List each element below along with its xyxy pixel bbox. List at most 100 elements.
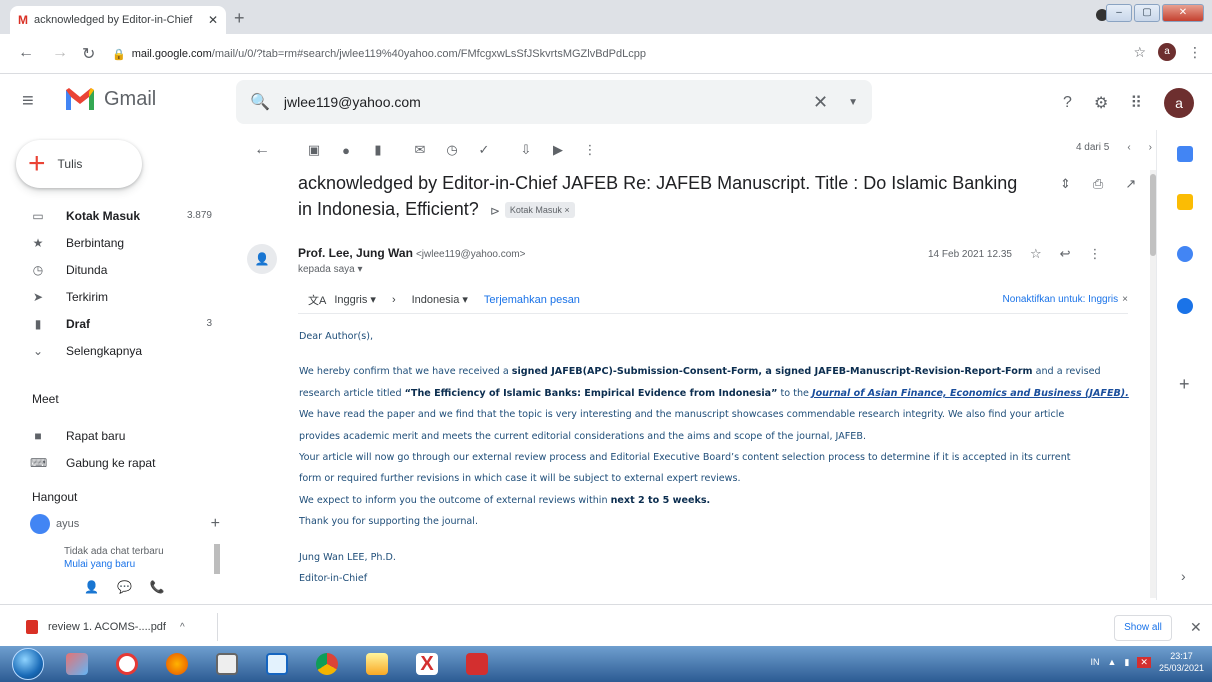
journal-link[interactable]: Journal of Asian Finance, Economics and …: [812, 388, 1129, 399]
taskbar-app-swirl[interactable]: [110, 649, 144, 679]
meet-item-label: Gabung ke rapat: [66, 455, 156, 470]
taskbar-app-paint[interactable]: [60, 649, 94, 679]
browser-tabstrip: M acknowledged by Editor-in-Chief ✕ + – …: [0, 0, 1212, 34]
sidebar-item-starred[interactable]: ★ Berbintang: [0, 229, 236, 256]
signature-name: Jung Wan LEE, Ph.D.: [299, 551, 396, 563]
mark-unread-icon[interactable]: ✉: [404, 142, 436, 158]
tab-title: acknowledged by Editor-in-Chief: [34, 14, 193, 26]
source-language-select[interactable]: Inggris ▾: [334, 293, 376, 306]
disable-translate[interactable]: Nonaktifkan untuk: Inggris ×: [1003, 294, 1128, 305]
maximize-icon[interactable]: ▢: [1134, 4, 1160, 22]
close-download-bar-icon[interactable]: ✕: [1190, 619, 1202, 636]
taskbar-app-chrome[interactable]: [310, 649, 344, 679]
url-field[interactable]: 🔒 mail.google.com/mail/u/0/?tab=rm#searc…: [112, 40, 1162, 68]
sidebar-item-more[interactable]: ⌄ Selengkapnya: [0, 337, 236, 364]
back-to-list-icon[interactable]: ←: [246, 141, 278, 159]
help-icon[interactable]: ?: [1063, 94, 1072, 112]
meet-join-meeting[interactable]: ⌨ Gabung ke rapat: [0, 449, 236, 476]
browser-tab[interactable]: M acknowledged by Editor-in-Chief ✕: [10, 6, 226, 34]
add-task-icon[interactable]: ✓: [468, 142, 500, 158]
sidebar-item-inbox[interactable]: ▭ Kotak Masuk 3.879: [0, 202, 236, 229]
forward-arrow-icon[interactable]: →: [52, 44, 68, 62]
apps-grid-icon[interactable]: ⠿: [1130, 93, 1142, 113]
new-tab-icon[interactable]: +: [234, 8, 245, 29]
recipient-line[interactable]: kepada saya ▾: [298, 264, 363, 275]
taskbar-app-explorer[interactable]: [360, 649, 394, 679]
window-close-icon[interactable]: ✕: [1162, 4, 1204, 22]
close-translate-icon[interactable]: ×: [1122, 294, 1128, 305]
start-button[interactable]: [12, 648, 44, 680]
inbox-label-chip[interactable]: Kotak Masuk ×: [504, 202, 575, 219]
person-icon[interactable]: 👤: [84, 580, 99, 594]
meet-new-meeting[interactable]: ■ Rapat baru: [0, 422, 236, 449]
compose-button[interactable]: + Tulis: [16, 140, 142, 188]
download-options-icon[interactable]: ^: [180, 622, 185, 633]
search-options-icon[interactable]: ▼: [848, 97, 858, 108]
start-chat-link[interactable]: Mulai yang baru: [64, 559, 214, 570]
taskbar-app-calendar[interactable]: [210, 649, 244, 679]
more-actions-icon[interactable]: ⋮: [574, 142, 606, 158]
system-clock[interactable]: 23:17 25/03/2021: [1159, 650, 1204, 674]
tab-close-icon[interactable]: ✕: [208, 13, 218, 27]
contacts-icon[interactable]: [1177, 298, 1193, 314]
collapse-panel-icon[interactable]: ›: [1181, 568, 1186, 584]
keep-icon[interactable]: [1177, 194, 1193, 210]
address-bar-actions: ☆ a ⋮: [1133, 43, 1202, 61]
target-language-select[interactable]: Indonesia ▾: [412, 293, 468, 306]
search-icon[interactable]: 🔍: [250, 92, 270, 112]
browser-menu-icon[interactable]: ⋮: [1188, 44, 1202, 61]
phone-icon[interactable]: 📞: [150, 580, 165, 594]
sender-email: <jwlee119@yahoo.com>: [415, 249, 526, 260]
account-avatar[interactable]: a: [1164, 88, 1194, 118]
move-to-icon[interactable]: ⇩: [510, 142, 542, 158]
search-input[interactable]: [283, 94, 813, 110]
new-window-icon[interactable]: ↗: [1125, 176, 1136, 192]
sidebar-item-sent[interactable]: ➤ Terkirim: [0, 283, 236, 310]
clear-search-icon[interactable]: ✕: [813, 92, 828, 113]
tray-arrow-icon[interactable]: ▲: [1108, 657, 1117, 667]
reload-icon[interactable]: ↻: [82, 44, 95, 64]
delete-icon[interactable]: ▮: [362, 142, 394, 158]
chat-bubble-icon[interactable]: 💬: [117, 580, 132, 594]
label-icon[interactable]: ▶: [542, 142, 574, 158]
add-chat-icon[interactable]: +: [211, 515, 220, 533]
body-line: We have read the paper and we find that …: [299, 409, 1065, 421]
tasks-icon[interactable]: [1177, 246, 1193, 262]
main-menu-icon[interactable]: ≡: [22, 90, 34, 113]
back-arrow-icon[interactable]: ←: [18, 44, 34, 62]
reply-icon[interactable]: ↩: [1060, 246, 1071, 262]
star-message-icon[interactable]: ☆: [1030, 246, 1042, 262]
print-icon[interactable]: ⎙: [1093, 176, 1103, 192]
translate-message-link[interactable]: Terjemahkan pesan: [484, 294, 580, 306]
minimize-icon[interactable]: –: [1106, 4, 1132, 22]
sidebar-item-drafts[interactable]: ▮ Draf 3: [0, 310, 236, 337]
download-item[interactable]: review 1. ACOMS-....pdf ^: [14, 613, 218, 641]
snooze-icon[interactable]: ◷: [436, 142, 468, 158]
add-addon-icon[interactable]: +: [1179, 374, 1190, 395]
taskbar-app-word[interactable]: [260, 649, 294, 679]
expand-all-icon[interactable]: ⇕: [1060, 176, 1071, 192]
hangout-user[interactable]: ayus +: [30, 514, 220, 534]
settings-gear-icon[interactable]: ⚙: [1094, 93, 1108, 113]
language-indicator[interactable]: IN: [1091, 657, 1100, 667]
taskbar-app-pdf[interactable]: [460, 649, 494, 679]
archive-icon[interactable]: ▣: [298, 142, 330, 158]
taskbar-app-firefox[interactable]: [160, 649, 194, 679]
gmail-logo[interactable]: Gmail: [64, 86, 156, 112]
calendar-icon[interactable]: [1177, 146, 1193, 162]
next-message-icon[interactable]: ›: [1149, 142, 1152, 153]
bookmark-star-icon[interactable]: ☆: [1133, 44, 1146, 61]
sender-name[interactable]: Prof. Lee, Jung Wan: [298, 246, 413, 260]
compose-plus-icon: +: [28, 147, 46, 180]
show-all-button[interactable]: Show all: [1114, 615, 1172, 641]
network-icon[interactable]: ✕: [1137, 656, 1151, 668]
important-marker-icon[interactable]: ⊳: [490, 204, 500, 218]
report-spam-icon[interactable]: ●: [330, 143, 362, 158]
sidebar-item-snoozed[interactable]: ◷ Ditunda: [0, 256, 236, 283]
taskbar-app-x[interactable]: X: [410, 649, 444, 679]
prev-message-icon[interactable]: ‹: [1127, 142, 1130, 153]
message-more-icon[interactable]: ⋮: [1089, 246, 1102, 262]
battery-icon[interactable]: ▮: [1124, 657, 1129, 668]
browser-profile-avatar[interactable]: a: [1158, 43, 1176, 61]
url-path: /mail/u/0/?tab=rm#search/jwlee119%40yaho…: [211, 48, 646, 60]
